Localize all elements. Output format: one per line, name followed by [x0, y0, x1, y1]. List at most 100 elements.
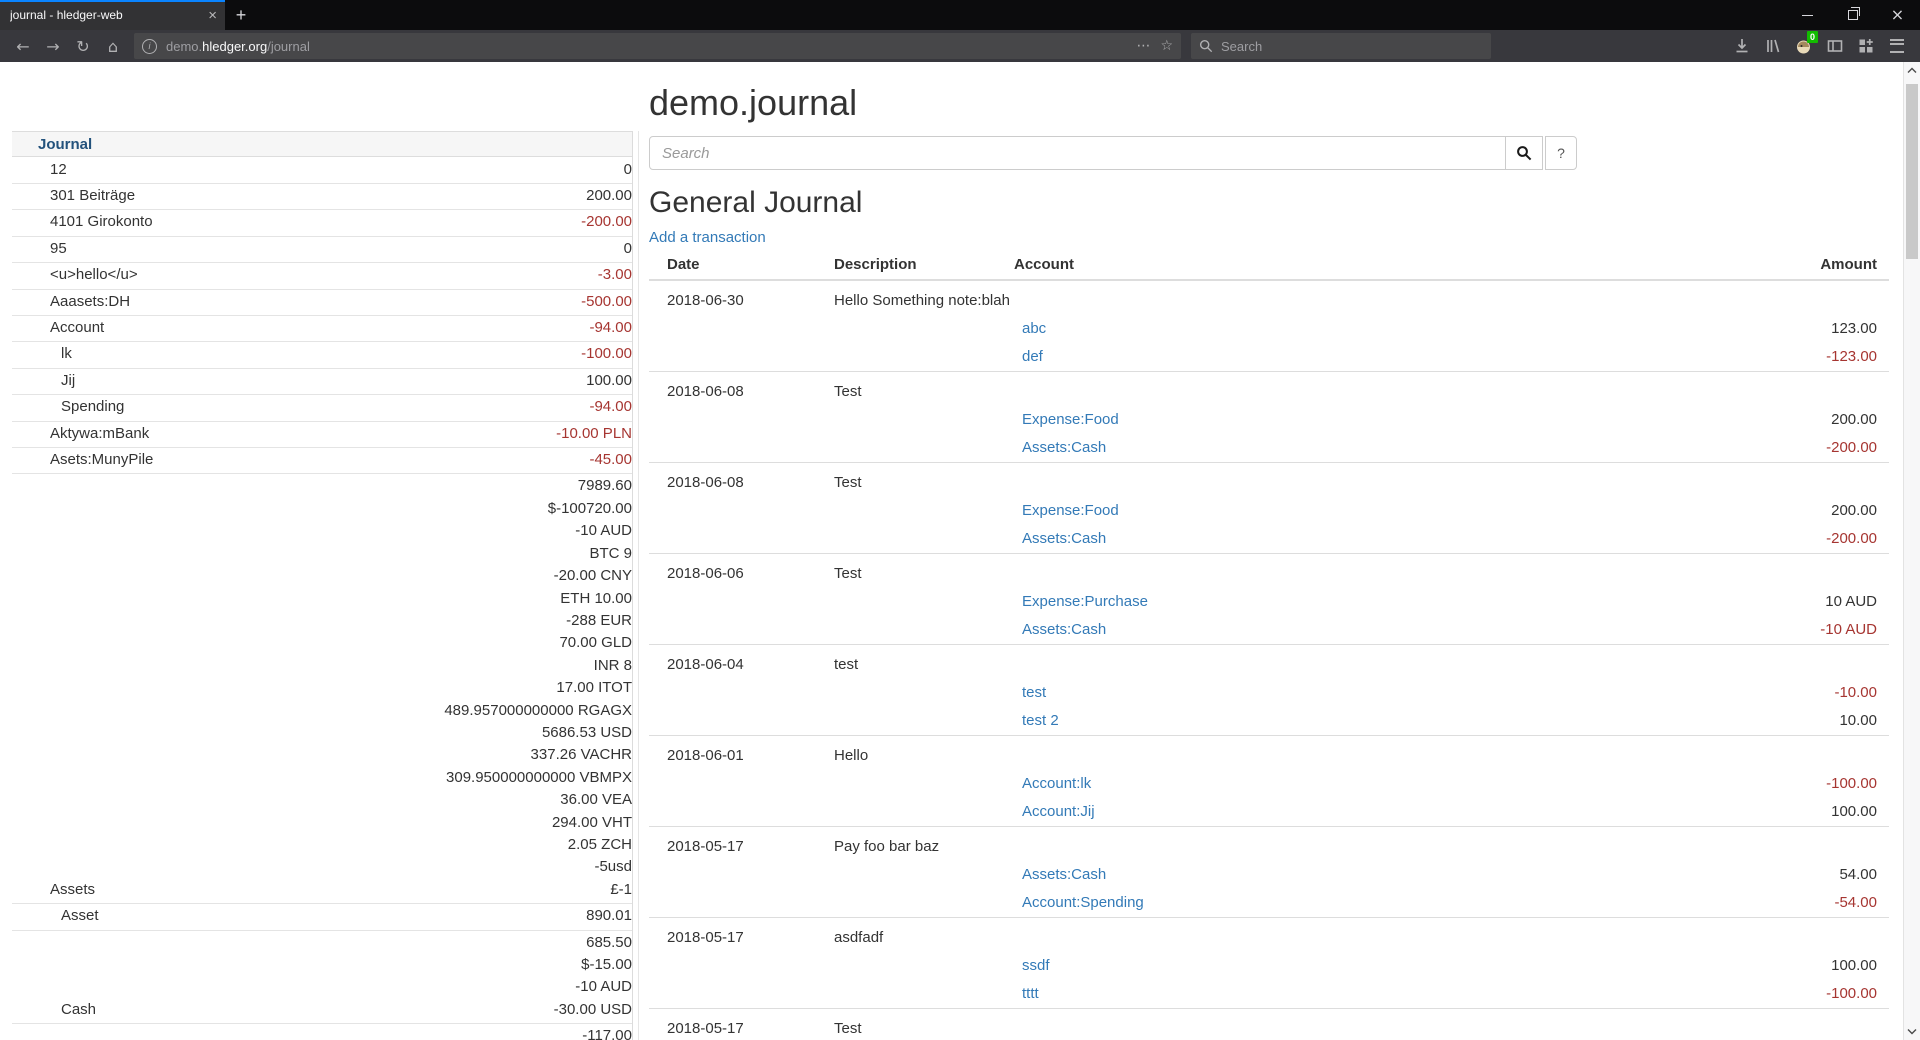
posting-account-link[interactable]: Expense:Purchase: [1022, 588, 1148, 616]
posting-amount: 123.00: [1831, 315, 1889, 343]
sidebar-account-link[interactable]: Asset: [12, 905, 99, 927]
posting-account-link[interactable]: tttt: [1022, 980, 1039, 1008]
sidebar-account-link[interactable]: Assets: [12, 879, 95, 901]
sidebar-amount: -94.00: [589, 396, 632, 418]
posting-account-link[interactable]: Assets:Cash: [1022, 434, 1106, 462]
posting-account-link[interactable]: Expense:Food: [1022, 497, 1119, 525]
download-icon[interactable]: [1726, 33, 1757, 59]
sidebar-account-link[interactable]: lk: [12, 343, 72, 365]
sidebar-journal-link[interactable]: Journal: [12, 136, 92, 153]
url-bar[interactable]: i demo.hledger.org/journal ⋯ ☆: [134, 33, 1181, 59]
search-icon: [1199, 39, 1213, 53]
sidebar-account-link[interactable]: Cash: [12, 999, 96, 1021]
transaction-row: 2018-06-30Hello Something note:blahabc 12…: [649, 281, 1889, 371]
transaction-head[interactable]: 2018-06-30Hello Something note:blah: [649, 287, 1889, 315]
close-icon: ×: [1891, 7, 1904, 23]
sidebar-amount: 309.950000000000 VBMPX: [444, 767, 632, 789]
sidebar-account-link[interactable]: Jij: [12, 370, 75, 392]
new-tab-button[interactable]: +: [225, 0, 257, 30]
browser-search-field[interactable]: Search: [1191, 33, 1491, 59]
transaction-row: 2018-06-08TestExpense:Food200.00Assets:C…: [649, 371, 1889, 462]
reload-icon[interactable]: ↻: [68, 33, 98, 59]
search-help-button[interactable]: ?: [1545, 136, 1577, 170]
posting-amount: 200.00: [1831, 497, 1889, 525]
scroll-up-icon[interactable]: [1904, 62, 1920, 79]
window-controls: ×: [1785, 0, 1920, 30]
window-close-button[interactable]: ×: [1875, 0, 1920, 30]
sidebar-account-link[interactable]: 4101 Girokonto: [12, 211, 153, 233]
transaction-head[interactable]: 2018-06-01Hello: [649, 742, 1889, 770]
page-scrollbar[interactable]: [1903, 62, 1920, 1040]
posting-account-link[interactable]: Account:Jij: [1022, 798, 1095, 826]
sidebar-account-link[interactable]: Aktywa:mBank: [12, 423, 149, 445]
sidebar-account-link[interactable]: Asets:MunyPile: [12, 449, 153, 471]
sidebar-amount: 2.05 ZCH: [444, 834, 632, 856]
tab-close-icon[interactable]: ×: [208, 8, 217, 23]
posting-account-link[interactable]: Assets:Cash: [1022, 616, 1106, 644]
transaction-description: Hello Something note:blah: [834, 287, 1010, 315]
transaction-head[interactable]: 2018-05-17Pay foo bar baz: [649, 833, 1889, 861]
extensions-grid-icon[interactable]: [1850, 33, 1881, 59]
sidebar-account-row: lk-100.00: [12, 341, 634, 367]
browser-tab[interactable]: journal - hledger-web ×: [0, 0, 225, 30]
posting-account-link[interactable]: def: [1022, 343, 1043, 371]
sidebar-amount: -10 AUD: [554, 976, 632, 998]
menu-icon[interactable]: [1881, 33, 1912, 59]
sidebar-amount: -10.00 PLN: [556, 423, 632, 445]
sidebar-account-balance: -200.00: [581, 211, 632, 233]
sidebar-account-link[interactable]: 95: [12, 238, 67, 260]
add-transaction-link[interactable]: Add a transaction: [649, 227, 766, 248]
sidebar-account-link[interactable]: 12: [12, 159, 67, 181]
posting-account-link[interactable]: ssdf: [1022, 952, 1050, 980]
sidebar-account-link[interactable]: <u>hello</u>: [12, 264, 138, 286]
sidebar-amount: 200.00: [586, 185, 632, 207]
transaction-head[interactable]: 2018-05-17asdfadf: [649, 924, 1889, 952]
transaction-row: 2018-06-06TestExpense:Purchase10 AUDAsse…: [649, 553, 1889, 644]
journal-search-button[interactable]: [1505, 136, 1543, 170]
posting-account-link[interactable]: Assets:Cash: [1022, 861, 1106, 889]
scroll-down-icon[interactable]: [1904, 1023, 1920, 1040]
scrollbar-thumb[interactable]: [1906, 84, 1918, 259]
posting-account-link[interactable]: abc: [1022, 315, 1046, 343]
sidebar-amount: -10 AUD: [444, 520, 632, 542]
sidebar-amount: -200.00: [581, 211, 632, 233]
posting-account-link[interactable]: Account:Spending: [1022, 889, 1144, 917]
forward-icon[interactable]: →: [38, 33, 68, 59]
sidebar-toggle-icon[interactable]: [1819, 33, 1850, 59]
browser-search-placeholder: Search: [1221, 39, 1262, 54]
library-icon[interactable]: [1757, 33, 1788, 59]
posting-row: Expense:Food200.00: [649, 406, 1889, 434]
posting-account-link[interactable]: Account:lk: [1022, 770, 1091, 798]
posting-account-link[interactable]: test 2: [1022, 707, 1059, 735]
sidebar-amount: -5usd: [444, 856, 632, 878]
sidebar-account-balance: 7989.60$-100720.00-10 AUDBTC 9-20.00 CNY…: [444, 475, 632, 901]
site-info-icon[interactable]: i: [142, 39, 157, 54]
sidebar-account-row: Asset 890.01: [12, 903, 634, 929]
posting-account-link[interactable]: Assets:Cash: [1022, 525, 1106, 553]
sidebar-account-row: Aaasets:DH-500.00: [12, 289, 634, 315]
transaction-head[interactable]: 2018-06-08Test: [649, 378, 1889, 406]
posting-row: test 210.00: [649, 707, 1889, 735]
transaction-head[interactable]: 2018-06-04test: [649, 651, 1889, 679]
posting-account-link[interactable]: test: [1022, 679, 1046, 707]
window-restore-button[interactable]: [1830, 0, 1875, 30]
sidebar-account-link[interactable]: 301 Beiträge: [12, 185, 135, 207]
sidebar-account-balance: 890.01: [586, 905, 632, 927]
home-icon[interactable]: ⌂: [98, 33, 128, 59]
posting-account-link[interactable]: Expense:Food: [1022, 406, 1119, 434]
transaction-head[interactable]: 2018-06-08Test: [649, 469, 1889, 497]
back-icon[interactable]: ←: [8, 33, 38, 59]
sidebar-account-link[interactable]: Account: [12, 317, 104, 339]
bookmark-star-icon[interactable]: ☆: [1160, 38, 1173, 54]
transaction-head[interactable]: 2018-06-06Test: [649, 560, 1889, 588]
window-minimize-button[interactable]: [1785, 0, 1830, 30]
journal-search-input[interactable]: [649, 136, 1506, 170]
extension-icon[interactable]: 0: [1788, 33, 1819, 59]
sidebar-account-link[interactable]: Aaasets:DH: [12, 291, 130, 313]
transaction-head[interactable]: 2018-05-17Test: [649, 1015, 1889, 1040]
accounts-sidebar: Journal 120301 Beiträge200.004101 Giroko…: [12, 131, 634, 1040]
page-actions-icon[interactable]: ⋯: [1136, 38, 1150, 54]
sidebar-account-balance: -45.00: [589, 449, 632, 471]
sidebar-account-link[interactable]: Spending: [12, 396, 124, 418]
transaction-description: Test: [834, 560, 862, 588]
